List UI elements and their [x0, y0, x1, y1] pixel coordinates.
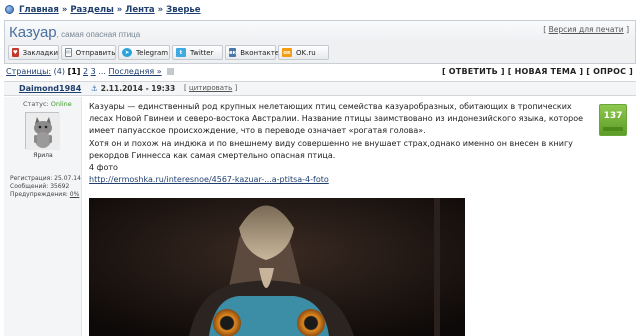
registration-date: Регистрация: 25.07.14	[10, 175, 81, 182]
vk-button[interactable]: вк Вконтакте	[225, 45, 280, 60]
telegram-icon: ➤	[122, 48, 132, 57]
breadcrumb-separator: »	[61, 4, 68, 15]
post-link[interactable]: http://ermoshka.ru/interesnoe/4567-kazua…	[89, 175, 329, 184]
twitter-label: Twitter	[190, 48, 214, 57]
page-title: Казуар, самая опасная птица	[9, 24, 140, 41]
quote-button-wrap: [ цитировать ]	[184, 84, 238, 92]
last-page-link[interactable]: Последняя »	[108, 67, 161, 76]
send-label: Отправить	[75, 48, 116, 57]
avatar	[25, 112, 60, 150]
anchor-icon[interactable]: ⚓	[91, 84, 98, 93]
odnoklassniki-label: OK.ru	[296, 48, 316, 57]
quote-button[interactable]: цитировать	[189, 84, 232, 92]
post-rating[interactable]: 137	[599, 104, 627, 136]
topic-title: Казуар	[9, 24, 57, 41]
post-author[interactable]: Daimond1984	[19, 84, 81, 93]
page-link-3[interactable]: 3	[91, 67, 96, 76]
status-value: Online	[50, 100, 72, 108]
home-icon[interactable]	[5, 5, 14, 14]
twitter-icon: t	[176, 48, 186, 57]
cassowary-photo	[89, 198, 465, 336]
rating-bar	[603, 127, 623, 131]
share-bar: ♥ Закладки ✉ Отправить ➤ Telegram t Twit…	[4, 42, 636, 64]
bookmarks-label: Закладки	[22, 48, 58, 57]
post-content: Казуары — единственный род крупных нелет…	[89, 101, 589, 186]
odnoklassniki-button[interactable]: ок OK.ru	[278, 45, 329, 60]
telegram-button[interactable]: ➤ Telegram	[118, 45, 170, 60]
bookmarks-icon: ♥	[12, 48, 19, 57]
print-version-link[interactable]: Версия для печати	[549, 25, 624, 34]
bookmarks-button[interactable]: ♥ Закладки	[8, 45, 59, 60]
new-topic-button[interactable]: [ НОВАЯ ТЕМА ]	[508, 67, 584, 76]
cat-avatar-icon	[26, 113, 60, 150]
print-version: [ Версия для печати ]	[543, 25, 629, 34]
post-date: ⚓ 2.11.2014 - 19:33	[91, 84, 175, 93]
telegram-label: Telegram	[136, 48, 169, 57]
user-rank: Ярила	[33, 152, 53, 159]
breadcrumb-sections[interactable]: Разделы	[70, 5, 113, 15]
pages-count: (4)	[53, 67, 66, 76]
mail-icon: ✉	[65, 48, 72, 57]
topic-actions: [ ОТВЕТИТЬ ] [ НОВАЯ ТЕМА ] [ ОПРОС ]	[442, 67, 633, 76]
vk-label: Вконтакте	[240, 48, 280, 57]
twitter-button[interactable]: t Twitter	[172, 45, 223, 60]
user-status: Статус: Online	[23, 100, 72, 108]
breadcrumb: Главная » Разделы » Лента » Зверье	[5, 3, 201, 16]
cassowary-image	[89, 198, 465, 336]
pages-label[interactable]: Страницы:	[6, 67, 51, 76]
pagination: Страницы: (4) [1] 2 3 ... Последняя »	[6, 67, 175, 76]
pagination-bar: Страницы: (4) [1] 2 3 ... Последняя » [ …	[4, 65, 636, 79]
warnings-value[interactable]: 0%	[70, 191, 80, 198]
breadcrumb-home[interactable]: Главная	[19, 5, 59, 15]
message-count: Сообщений: 35692	[10, 183, 70, 190]
rating-value: 137	[603, 111, 623, 121]
poll-button[interactable]: [ ОПРОС ]	[586, 67, 633, 76]
post-paragraph: Хотя он и похож на индюка и по внешнему …	[89, 138, 573, 160]
breadcrumb-animals[interactable]: Зверье	[166, 5, 200, 15]
user-stats: Регистрация: 25.07.14 Сообщений: 35692 П…	[10, 175, 81, 199]
post-header: Daimond1984 ⚓ 2.11.2014 - 19:33 [ цитиров…	[4, 81, 636, 96]
current-page: [1]	[67, 67, 81, 76]
vk-icon: вк	[229, 48, 237, 57]
page-link-2[interactable]: 2	[83, 67, 88, 76]
breadcrumb-feed[interactable]: Лента	[125, 5, 154, 15]
dropdown-icon[interactable]	[167, 68, 175, 75]
breadcrumb-separator: »	[157, 4, 164, 15]
status-label: Статус:	[23, 100, 49, 108]
send-button[interactable]: ✉ Отправить	[61, 45, 116, 60]
reply-button[interactable]: [ ОТВЕТИТЬ ]	[442, 67, 505, 76]
post-date-text: 2.11.2014 - 19:33	[100, 84, 176, 93]
warnings: Предупреждения: 0%	[10, 191, 81, 199]
warnings-label: Предупреждения:	[10, 191, 68, 198]
odnoklassniki-icon: ок	[282, 48, 292, 57]
user-info: Статус: Online Ярила Регистрация: 25.07.…	[4, 97, 82, 336]
post-paragraph: Казуары — единственный род крупных нелет…	[89, 102, 584, 136]
pages-ellipsis: ...	[98, 67, 106, 76]
post-paragraph: 4 фото	[89, 163, 118, 173]
breadcrumb-separator: »	[116, 4, 123, 15]
topic-subtitle: , самая опасная птица	[56, 30, 141, 39]
